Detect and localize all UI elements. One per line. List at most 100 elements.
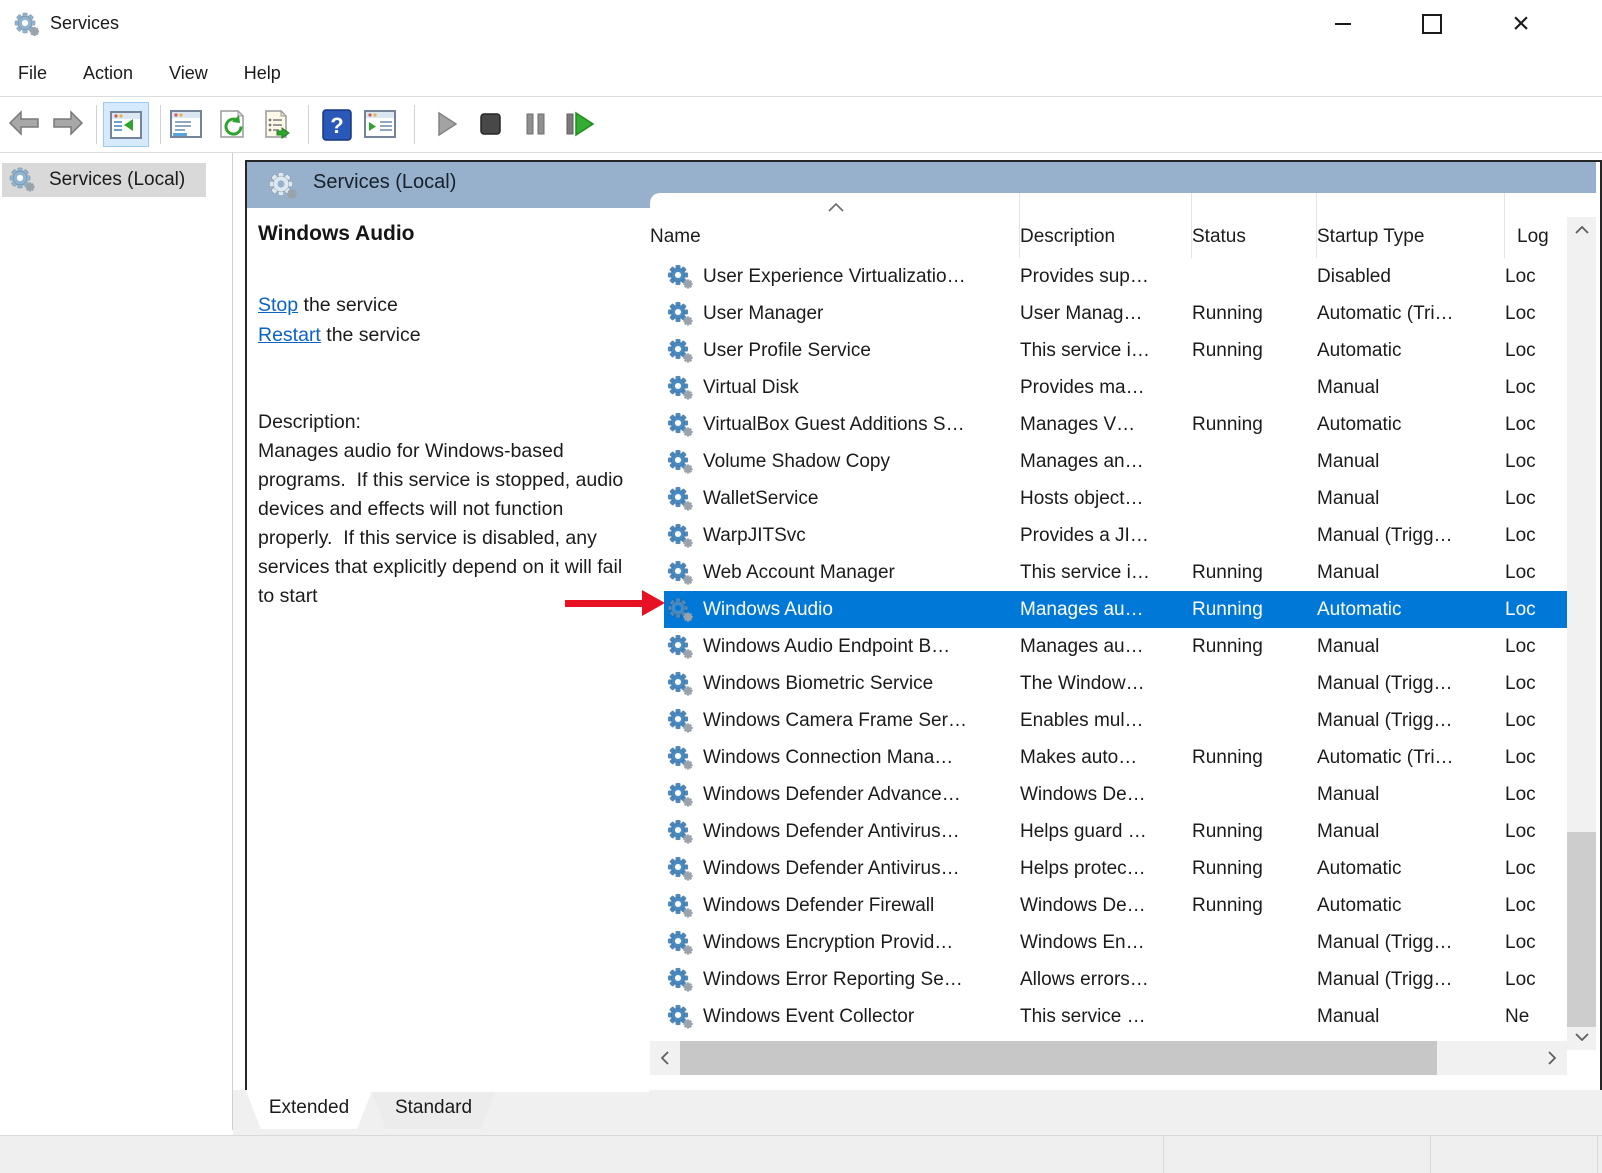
stop-service-button[interactable] [476,110,504,138]
pause-service-button[interactable] [520,110,550,138]
scroll-up-icon[interactable] [1567,217,1596,243]
view-tab[interactable]: Extended [246,1091,372,1129]
results-header-title: Services (Local) [313,171,456,194]
service-name: WalletService [703,488,818,510]
table-row[interactable]: User Profile Service This service i… Run… [650,332,1567,369]
table-row[interactable]: Windows Biometric Service The Window… Ma… [650,665,1567,702]
view-tab[interactable]: Standard [371,1091,496,1129]
properties-button[interactable] [170,110,202,138]
service-description: Allows errors… [1020,969,1192,991]
service-logon-as: Loc [1505,895,1567,917]
table-row[interactable]: Volume Shadow Copy Manages an… Manual Lo… [650,443,1567,480]
menu-item[interactable]: Help [244,63,281,84]
table-row[interactable]: User Manager User Manag… Running Automat… [650,295,1567,332]
service-description: This service i… [1020,340,1192,362]
service-name: Windows Defender Advance… [703,784,961,806]
service-name: WarpJITSvc [703,525,806,547]
table-row[interactable]: Virtual Disk Provides ma… Manual Loc [650,369,1567,406]
back-button[interactable] [8,110,40,136]
service-gear-icon [666,892,694,919]
table-row[interactable]: Windows Camera Frame Ser… Enables mul… M… [650,702,1567,739]
service-name: Virtual Disk [703,377,799,399]
table-row[interactable]: Windows Defender Antivirus… Helps guard … [650,813,1567,850]
menu-item[interactable]: File [18,63,47,84]
start-service-icon [434,110,460,138]
service-name-cell: Windows Audio Endpoint B… [650,633,1020,660]
table-row[interactable]: Windows Encryption Provid… Windows En… M… [650,924,1567,961]
service-status: Running [1192,747,1317,769]
table-row[interactable]: Windows Event Collector This service … M… [650,998,1567,1035]
scroll-right-icon[interactable] [1537,1041,1567,1075]
table-row[interactable]: WarpJITSvc Provides a JI… Manual (Trigg…… [650,517,1567,554]
properties-icon [170,110,202,138]
restart-service-button[interactable] [562,110,596,138]
menu-item[interactable]: View [169,63,208,84]
table-row[interactable]: VirtualBox Guest Additions S… Manages V…… [650,406,1567,443]
service-name: User Manager [703,303,823,325]
service-logon-as: Loc [1505,562,1567,584]
toolbar-separator [96,105,97,144]
tree-item-services-local[interactable]: Services (Local) [2,163,206,197]
show-console-tree-button[interactable] [103,102,149,147]
service-description: Enables mul… [1020,710,1192,732]
service-action-link[interactable]: Stop [258,294,298,316]
menu-item[interactable]: Action [83,63,133,84]
table-row[interactable]: Windows Defender Antivirus… Helps protec… [650,850,1567,887]
horizontal-scrollbar[interactable] [650,1041,1567,1075]
table-row[interactable]: Windows Connection Mana… Makes auto… Run… [650,739,1567,776]
service-name-cell: Windows Defender Firewall [650,892,1020,919]
table-row[interactable]: Windows Defender Advance… Windows De… Ma… [650,776,1567,813]
close-button[interactable]: × [1498,2,1544,46]
table-row[interactable]: WalletService Hosts object… Manual Loc [650,480,1567,517]
service-startup-type: Disabled [1317,266,1505,288]
service-startup-type: Manual [1317,1006,1505,1028]
toolbar-separator [308,105,309,144]
service-name-cell: WarpJITSvc [650,522,1020,549]
service-name: Volume Shadow Copy [703,451,890,473]
service-gear-icon [666,781,694,808]
main-panel: Services (Local) Windows Audio Stop the … [245,160,1602,1094]
export-list-icon [262,110,296,140]
service-logon-as: Loc [1505,636,1567,658]
table-row[interactable]: Windows Error Reporting Se… Allows error… [650,961,1567,998]
service-status: Running [1192,895,1317,917]
extended-view-button[interactable] [364,110,396,138]
table-row[interactable]: Web Account Manager This service i… Runn… [650,554,1567,591]
vertical-scroll-thumb[interactable] [1567,832,1596,1027]
refresh-button[interactable] [216,110,248,140]
table-row[interactable]: Windows Defender Firewall Windows De… Ru… [650,887,1567,924]
table-row[interactable]: Windows Audio Manages au… Running Automa… [650,591,1567,628]
column-header[interactable]: Status [1192,193,1317,258]
help-button[interactable]: ? [322,109,352,141]
maximize-button[interactable] [1409,2,1455,46]
forward-button[interactable] [52,110,84,136]
service-startup-type: Manual (Trigg… [1317,525,1505,547]
toolbar-separator [414,105,415,144]
service-gear-icon [666,966,694,993]
description-text: Manages audio for Windows-based programs… [258,437,636,611]
service-description: Windows De… [1020,784,1192,806]
service-startup-type: Manual [1317,377,1505,399]
status-strip-separator [1430,1136,1431,1173]
close-icon: × [1512,11,1530,37]
service-startup-type: Automatic [1317,895,1505,917]
scroll-left-icon[interactable] [650,1041,680,1075]
service-action-link[interactable]: Restart [258,324,321,346]
service-action-suffix: the service [298,294,398,316]
vertical-scrollbar[interactable] [1567,217,1596,1050]
service-logon-as: Loc [1505,488,1567,510]
column-header[interactable]: Description [1020,193,1192,258]
service-gear-icon [666,300,694,327]
column-header[interactable]: Log [1505,193,1567,258]
table-row[interactable]: Windows Audio Endpoint B… Manages au… Ru… [650,628,1567,665]
export-list-button[interactable] [262,110,296,140]
column-header[interactable]: Startup Type [1317,193,1505,258]
horizontal-scroll-thumb[interactable] [680,1041,1437,1075]
scroll-down-icon[interactable] [1567,1024,1596,1050]
start-service-button[interactable] [434,110,460,138]
pause-service-icon [520,110,550,138]
minimize-button[interactable] [1320,2,1366,46]
service-name: Windows Defender Antivirus… [703,821,960,843]
services-list-panel: NameDescriptionStatusStartup TypeLog Use… [650,193,1596,1075]
table-row[interactable]: User Experience Virtualizatio… Provides … [650,258,1567,295]
